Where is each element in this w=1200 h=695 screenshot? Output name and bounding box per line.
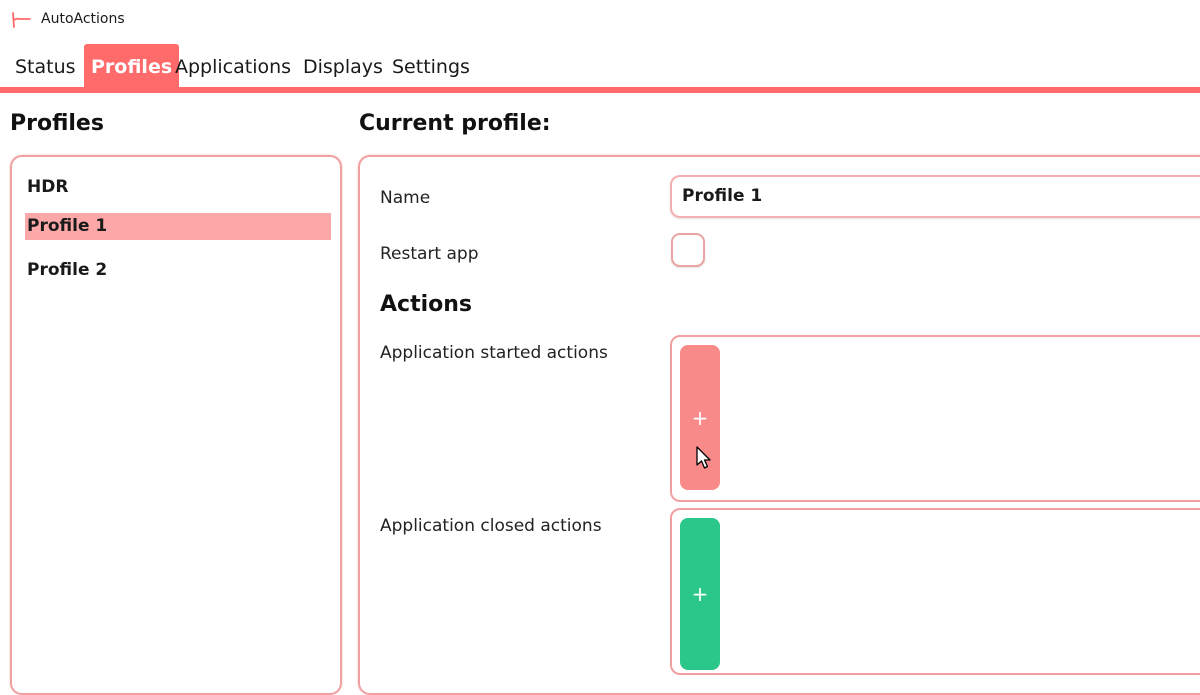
main-tabs: Status Profiles Applications Displays Se… [0, 44, 1200, 88]
add-closed-action-button[interactable]: + [680, 518, 720, 670]
restart-app-label: Restart app [380, 244, 479, 264]
title-bar: AutoActions [0, 0, 1200, 40]
tab-settings[interactable]: Settings [385, 44, 477, 88]
profile-item-profile-2[interactable]: Profile 2 [25, 257, 331, 284]
profiles-title: Profiles [10, 111, 104, 136]
plus-icon: + [691, 405, 709, 430]
app-title: AutoActions [41, 11, 125, 27]
started-actions-list: + [670, 335, 1200, 502]
closed-actions-list: + [670, 508, 1200, 675]
started-actions-label: Application started actions [380, 343, 608, 363]
profile-item-hdr[interactable]: HDR [25, 174, 331, 201]
closed-actions-label: Application closed actions [380, 516, 602, 536]
name-label: Name [380, 188, 431, 208]
mouse-cursor-icon [696, 446, 711, 469]
tab-status[interactable]: Status [8, 44, 83, 88]
current-profile-title: Current profile: [359, 111, 551, 136]
profiles-list: HDR Profile 1 Profile 2 [10, 155, 342, 695]
plus-icon: + [691, 582, 709, 606]
restart-app-checkbox[interactable] [671, 233, 705, 267]
tab-underline [0, 87, 1200, 93]
autoactions-logo-icon [12, 12, 31, 28]
tab-displays[interactable]: Displays [296, 44, 390, 88]
tab-profiles[interactable]: Profiles [84, 44, 180, 88]
tab-applications[interactable]: Applications [168, 44, 298, 88]
profile-item-profile-1[interactable]: Profile 1 [25, 213, 331, 240]
actions-heading: Actions [380, 292, 472, 317]
profile-name-input[interactable]: Profile 1 [670, 175, 1200, 218]
